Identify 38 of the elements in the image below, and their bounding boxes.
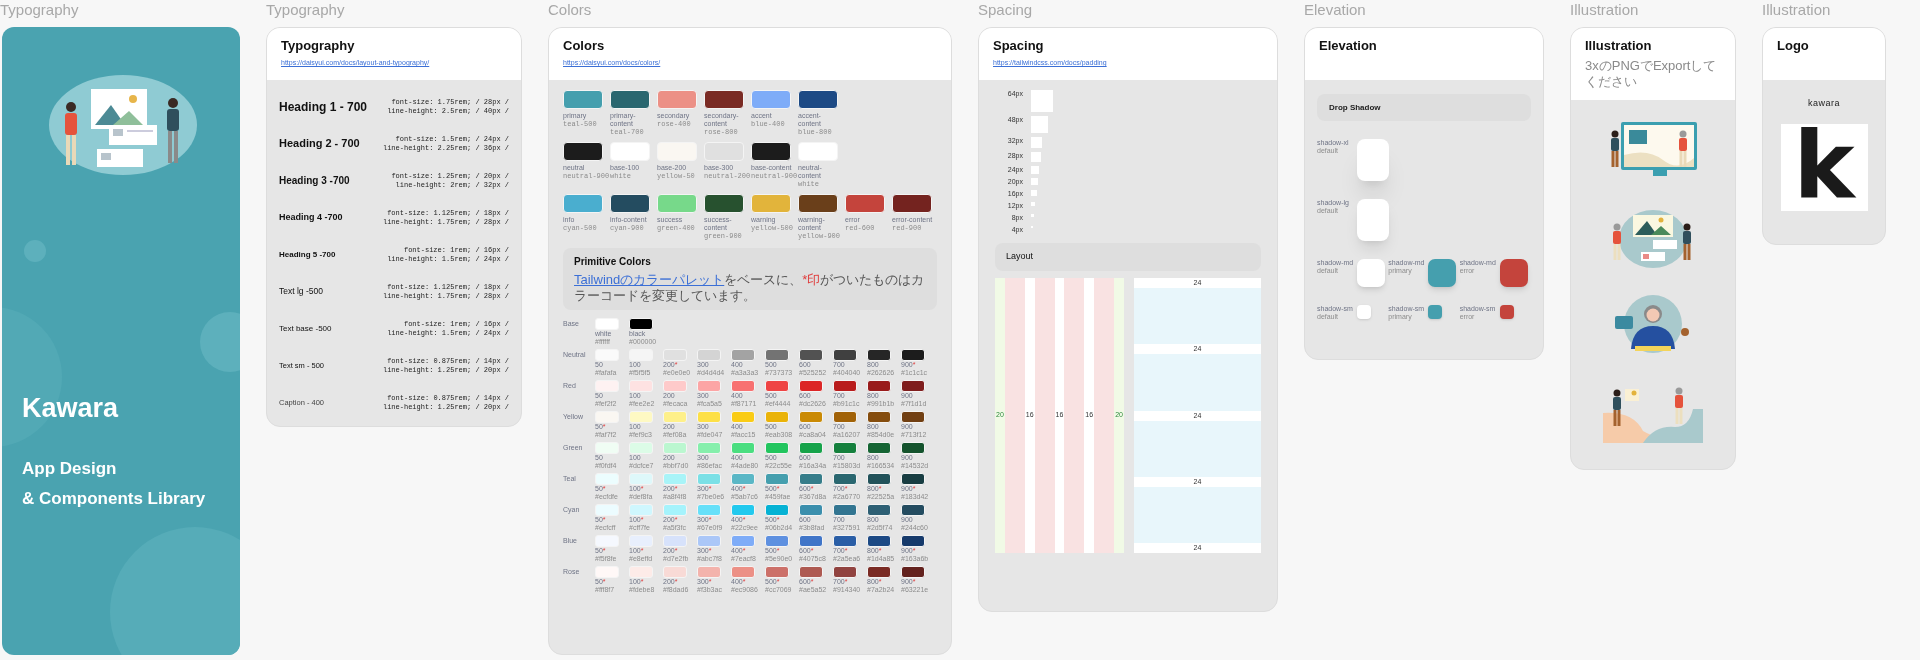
card-title: Typography bbox=[281, 38, 356, 54]
type-sample: Text base -500 bbox=[279, 322, 332, 335]
logo-wordmark: kawara bbox=[1808, 97, 1840, 110]
section-label: Colors bbox=[548, 0, 593, 20]
section-label: Illustration bbox=[1762, 0, 1832, 20]
section-label: Typography bbox=[0, 0, 80, 20]
type-sample: Heading 4 -700 bbox=[279, 210, 343, 224]
card-title: Elevation bbox=[1319, 38, 1378, 54]
hero-title: Kawara bbox=[22, 392, 119, 424]
card-title: Logo bbox=[1777, 38, 1810, 54]
size-square bbox=[1031, 116, 1048, 133]
type-sample: Heading 5 -700 bbox=[279, 248, 336, 261]
hero-subtitle: App Design bbox=[22, 458, 117, 480]
size-square bbox=[1031, 90, 1053, 112]
size-square bbox=[1031, 178, 1038, 185]
type-sample: Heading 2 - 700 bbox=[279, 136, 360, 152]
panel-title: Primitive Colors bbox=[574, 255, 652, 269]
palette-note: Tailwindのカラーパレット をベースに、*印がついたものはカラーコードを変更しています。 bbox=[574, 272, 926, 304]
type-sample: Text lg -500 bbox=[279, 285, 323, 298]
section-label: Typography bbox=[266, 0, 346, 20]
section-label: Spacing bbox=[978, 0, 1034, 20]
panel-title: Layout bbox=[1006, 250, 1034, 264]
section-label: Elevation bbox=[1304, 0, 1367, 20]
card-note: 3xのPNGでExportしてください bbox=[1585, 58, 1718, 90]
size-square bbox=[1031, 190, 1037, 196]
card-title: Spacing bbox=[993, 38, 1045, 54]
card-title: Illustration bbox=[1585, 38, 1653, 54]
size-square bbox=[1031, 152, 1041, 162]
size-square bbox=[1031, 137, 1042, 148]
logo-mark: k bbox=[1793, 127, 1855, 207]
hero-subtitle: & Components Library bbox=[22, 488, 206, 510]
section-label: Illustration bbox=[1570, 0, 1640, 20]
size-square bbox=[1031, 166, 1039, 174]
palette-link[interactable]: Tailwindのカラーパレット bbox=[574, 272, 725, 287]
panel-title: Drop Shadow bbox=[1329, 101, 1381, 114]
type-sample: Heading 1 - 700 bbox=[279, 98, 368, 116]
type-sample: Heading 3 -700 bbox=[279, 174, 350, 188]
card-title: Colors bbox=[563, 38, 606, 54]
